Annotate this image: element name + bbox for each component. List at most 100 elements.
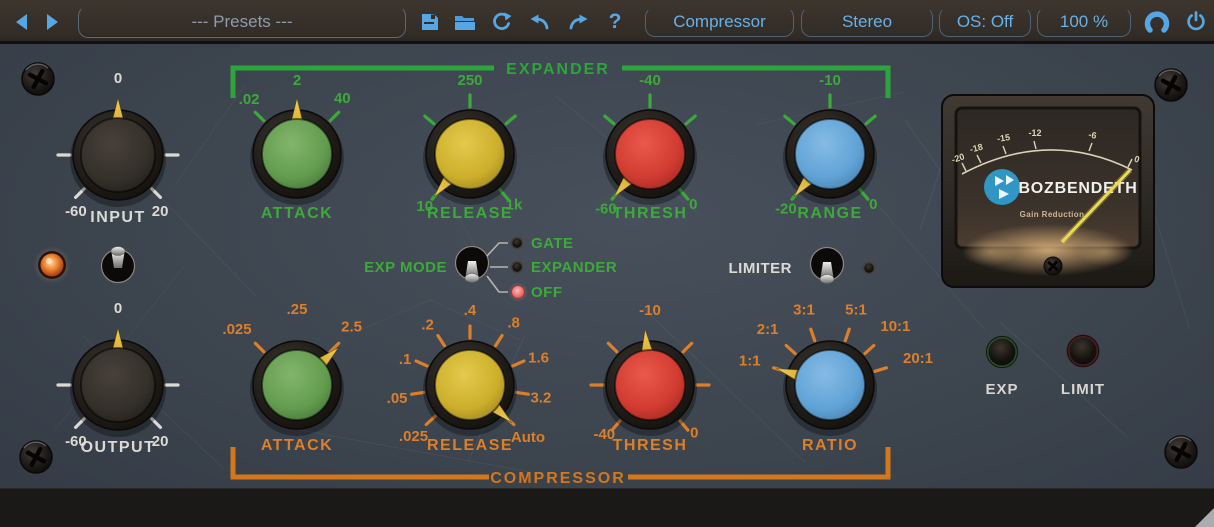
limiter-label: LIMITER <box>729 260 793 277</box>
knob-scale-label: .8 <box>507 315 520 332</box>
meter-subtitle: Gain Reduction <box>1020 210 1085 219</box>
knob-cap-exp-release[interactable] <box>435 119 505 189</box>
exp-mode-toggle[interactable] <box>456 247 489 283</box>
knob-scale-label: .025 <box>222 321 251 338</box>
knob-scale-label: 1.6 <box>528 349 549 366</box>
knob-input: -60020INPUT <box>58 70 178 226</box>
exp-mode-cluster: EXP MODE GATE EXPANDER OFF <box>364 235 617 302</box>
knob-scale-label: 20:1 <box>903 350 933 367</box>
knob-scale-label: 0 <box>869 196 877 213</box>
knob-cap-comp-ratio[interactable] <box>795 350 865 420</box>
headphones-icon <box>1143 9 1171 35</box>
off-led <box>512 286 525 299</box>
expander-option-label: EXPANDER <box>531 259 617 276</box>
channel-selector[interactable]: Stereo <box>801 7 933 37</box>
next-icon <box>42 12 62 32</box>
gate-option-label: GATE <box>531 235 574 252</box>
knob-scale-label: 10:1 <box>880 318 910 335</box>
knob-scale-label: .25 <box>287 301 308 318</box>
save-preset-button[interactable] <box>417 9 443 35</box>
knob-tick <box>330 112 339 121</box>
preset-selector[interactable]: --- Presets --- <box>78 6 406 38</box>
knob-tick <box>865 346 874 354</box>
toolbar: --- Presets --- <box>0 0 1214 44</box>
knob-cap-exp-range[interactable] <box>795 119 865 189</box>
knob-scale-label: -40 <box>639 72 661 89</box>
boz-logo <box>984 169 1020 205</box>
knob-scale-label: .1 <box>399 351 412 368</box>
knob-cap-comp-thresh[interactable] <box>615 350 685 420</box>
knob-comp-thresh: -40-100THRESH <box>591 302 709 454</box>
knob-scale-label: .4 <box>464 302 477 319</box>
knob-exp-release: 102501kRELEASE <box>416 72 523 222</box>
knob-tick <box>875 368 887 372</box>
knob-scale-label: 2.5 <box>341 319 362 336</box>
save-icon <box>420 12 440 32</box>
knob-scale-label: 250 <box>457 72 482 89</box>
knob-scale-label: -20 <box>775 200 797 217</box>
undo-button[interactable] <box>527 9 553 35</box>
help-button[interactable]: ? <box>602 9 628 35</box>
knob-name-label: ATTACK <box>261 205 333 222</box>
knob-scale-label: 3:1 <box>793 301 815 318</box>
zoom-selector[interactable]: 100 % <box>1037 7 1131 37</box>
knob-scale-label: 20 <box>152 203 169 220</box>
off-option-label: OFF <box>531 284 563 301</box>
oversampling-selector[interactable]: OS: Off <box>939 7 1031 37</box>
resize-handle[interactable] <box>1195 508 1214 527</box>
knob-scale-label: 0 <box>114 70 122 87</box>
reload-icon <box>491 11 513 33</box>
power-button[interactable] <box>1183 9 1209 35</box>
reload-button[interactable] <box>489 9 515 35</box>
knob-tick <box>506 116 515 124</box>
limit-indicator-label: LIMIT <box>1061 381 1105 398</box>
prev-icon <box>12 12 32 32</box>
knob-cap-exp-thresh[interactable] <box>615 119 685 189</box>
knob-cap-exp-attack[interactable] <box>262 119 332 189</box>
next-preset-button[interactable] <box>39 9 65 35</box>
knob-name-label: THRESH <box>613 205 688 222</box>
svg-text:-6: -6 <box>1088 129 1098 140</box>
knob-tick <box>811 329 815 340</box>
mode-selector[interactable]: Compressor <box>645 7 794 37</box>
undo-icon <box>529 12 551 32</box>
headphones-button[interactable] <box>1142 9 1172 35</box>
panel-graphics: EXPANDER COMPRESSOR -60020INPUT-60020OUT… <box>0 44 1214 488</box>
knob-name-label: OUTPUT <box>81 439 156 456</box>
expander-section-bracket: EXPANDER <box>233 61 888 98</box>
knob-tick <box>608 343 617 352</box>
knob-scale-label: -60 <box>65 203 87 220</box>
open-preset-button[interactable] <box>452 9 478 35</box>
gain-reduction-meter: -20 -18 -15 -12 -6 0 BOZBENDETH Gain Red… <box>942 95 1154 287</box>
bypass-toggle[interactable] <box>102 247 135 283</box>
screw-top-right <box>1155 69 1187 101</box>
redo-icon <box>567 12 589 32</box>
knob-cap-output[interactable] <box>81 348 155 422</box>
knob-scale-label: 2:1 <box>757 321 779 338</box>
knob-cap-comp-release[interactable] <box>435 350 505 420</box>
knob-tick <box>516 392 528 394</box>
knob-cap-comp-attack[interactable] <box>262 350 332 420</box>
front-panel: EXPANDER COMPRESSOR -60020INPUT-60020OUT… <box>0 44 1214 488</box>
knob-tick <box>686 116 695 124</box>
prev-preset-button[interactable] <box>9 9 35 35</box>
knob-tick <box>416 361 427 366</box>
power-icon <box>1184 10 1208 34</box>
knob-tick <box>786 346 795 354</box>
knob-scale-label: -10 <box>819 72 841 89</box>
knob-scale-label: 0 <box>114 300 122 317</box>
expander-section-title: EXPANDER <box>506 61 610 78</box>
svg-text:-12: -12 <box>1028 128 1041 138</box>
screw-top-left <box>22 63 54 95</box>
knob-tick <box>255 112 263 121</box>
knob-comp-release: .025.05.1.2.4.81.63.2AutoRELEASE <box>387 302 552 454</box>
redo-button[interactable] <box>565 9 591 35</box>
knob-comp-attack: .025.252.5ATTACK <box>222 301 362 454</box>
knob-scale-label: 3.2 <box>530 390 551 407</box>
meter-screw <box>1044 257 1062 275</box>
knob-scale-label: 0 <box>690 425 698 442</box>
knob-scale-label: Auto <box>511 429 545 446</box>
knob-name-label: RATIO <box>802 437 858 454</box>
knob-cap-input[interactable] <box>81 118 155 192</box>
limiter-toggle[interactable] <box>811 248 844 284</box>
